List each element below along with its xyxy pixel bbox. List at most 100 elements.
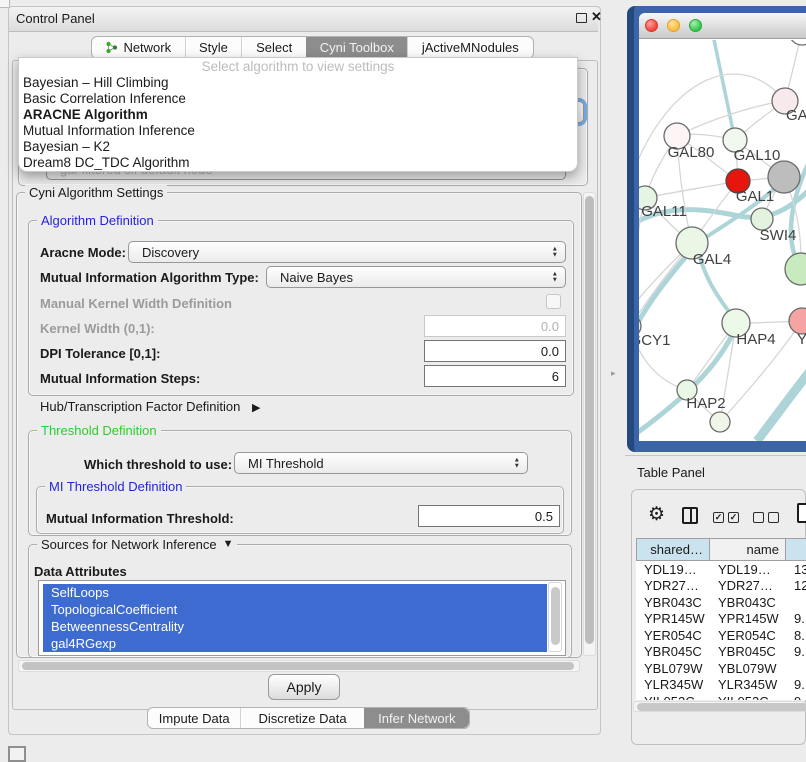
- mi-threshold-label: Mutual Information Threshold:: [46, 511, 234, 526]
- cell: YBL079W: [710, 661, 786, 676]
- tab-impute-data[interactable]: Impute Data: [148, 708, 240, 728]
- data-attributes-list[interactable]: SelfLoops TopologicalCoefficient Between…: [38, 580, 566, 656]
- manual-kernel-checkbox[interactable]: [546, 294, 561, 309]
- table-row[interactable]: YBR043C YBR043C: [636, 594, 806, 611]
- popup-item[interactable]: Bayesian – K2: [19, 139, 577, 155]
- column-header-shared-name[interactable]: shared…: [636, 538, 710, 561]
- tab-select-label: Select: [256, 40, 292, 55]
- cell: YBL079W: [636, 661, 710, 676]
- expand-right-icon[interactable]: ▶: [252, 402, 260, 414]
- tab-network[interactable]: Network: [92, 37, 185, 58]
- column-header-cut[interactable]: [786, 538, 806, 561]
- cell: YIL052C: [710, 694, 786, 700]
- cell: YDR27…: [710, 578, 786, 593]
- network-canvas[interactable]: GAL80 GAL10 GAL1 GAL11 SWI4 GAL4 GCY1 HA…: [639, 40, 806, 441]
- control-panel-tabbar: Network Style Select Cyni Toolbox jActiv…: [91, 36, 534, 59]
- tab-select[interactable]: Select: [241, 37, 306, 58]
- gear-icon[interactable]: ⚙: [648, 503, 665, 526]
- popup-item-selected[interactable]: ARACNE Algorithm: [19, 107, 577, 123]
- which-threshold-combo[interactable]: MI Threshold ▲▼: [234, 452, 528, 474]
- tab-network-label: Network: [123, 40, 171, 55]
- cell: YER054C: [636, 628, 710, 643]
- cell: YBR045C: [710, 644, 786, 659]
- table-row[interactable]: YBR045C YBR045C 9.: [636, 644, 806, 661]
- tab-discretize-data[interactable]: Discretize Data: [240, 708, 363, 728]
- mac-minimize-button[interactable]: [667, 19, 680, 32]
- table-row[interactable]: YBL079W YBL079W: [636, 660, 806, 677]
- settings-vscrollbar-thumb[interactable]: [585, 196, 594, 644]
- splitter-handle[interactable]: ▸: [611, 368, 616, 379]
- popup-item[interactable]: Dream8 DC_TDC Algorithm: [19, 155, 577, 171]
- dock-panel-icon[interactable]: [8, 746, 26, 762]
- tab-style[interactable]: Style: [185, 37, 242, 58]
- table-row[interactable]: YPR145W YPR145W 9.: [636, 611, 806, 628]
- unchecked-checkbox-icon[interactable]: [768, 512, 779, 523]
- algorithm-popup: Select algorithm to view settings Bayesi…: [18, 57, 578, 172]
- aracne-mode-combo[interactable]: Discovery ▲▼: [128, 241, 566, 263]
- kernel-width-label: Kernel Width (0,1):: [40, 321, 155, 336]
- list-item[interactable]: gal4RGexp: [43, 635, 547, 652]
- node-label: GCY1: [639, 332, 670, 349]
- close-icon[interactable]: ✕: [591, 9, 602, 25]
- table-row[interactable]: YDR27… YDR27… 12: [636, 578, 806, 595]
- cyni-bottom-tabbar: Impute Data Discretize Data Infer Networ…: [147, 707, 470, 729]
- tab-cyni-toolbox[interactable]: Cyni Toolbox: [306, 37, 407, 58]
- table-row[interactable]: YIL052C YIL052C 9: [636, 693, 806, 700]
- kernel-width-field[interactable]: 0.0: [424, 315, 566, 337]
- mac-close-button[interactable]: [645, 19, 658, 32]
- cell: 12: [786, 578, 806, 593]
- checked-checkbox-icon[interactable]: ✓: [713, 512, 724, 523]
- dpi-tolerance-value: 0.0: [541, 344, 559, 359]
- node[interactable]: [710, 412, 730, 432]
- data-attributes-label: Data Attributes: [34, 564, 127, 579]
- node-label: HAP2: [686, 395, 725, 412]
- split-columns-icon[interactable]: [682, 507, 698, 524]
- float-window-icon[interactable]: [576, 13, 587, 23]
- mi-steps-label: Mutual Information Steps:: [40, 371, 200, 386]
- cell: YPR145W: [710, 611, 786, 626]
- node[interactable]: [789, 40, 806, 45]
- settings-hscrollbar-thumb[interactable]: [22, 662, 574, 670]
- cell: YBR043C: [710, 595, 786, 610]
- table-hscrollbar-thumb[interactable]: [637, 703, 806, 711]
- popup-item[interactable]: Mutual Information Inference: [19, 123, 577, 139]
- cell: YBR043C: [636, 595, 710, 610]
- table-panel-title: Table Panel: [637, 465, 705, 480]
- mac-zoom-button[interactable]: [689, 19, 702, 32]
- cell: 9.: [786, 611, 806, 626]
- mi-threshold-field[interactable]: 0.5: [418, 505, 560, 527]
- mi-steps-value: 6: [552, 369, 559, 384]
- table-row[interactable]: YDL19… YDL19… 13: [636, 561, 806, 578]
- list-item[interactable]: SelfLoops: [43, 584, 547, 601]
- app-root: Control Panel ✕ Network Style Select Cyn…: [0, 0, 806, 762]
- popup-item[interactable]: Bayesian – Hill Climbing: [19, 75, 577, 91]
- node-label: GAL4: [693, 251, 731, 268]
- document-icon[interactable]: [797, 503, 806, 523]
- table-row[interactable]: YLR345W YLR345W 9.: [636, 677, 806, 694]
- attr-list-vscrollbar-thumb[interactable]: [551, 587, 560, 645]
- node[interactable]: [785, 253, 806, 285]
- tab-infer-network-label: Infer Network: [378, 711, 455, 726]
- tab-jactivemnodules[interactable]: jActiveMNodules: [407, 37, 533, 58]
- unchecked-checkbox-icon[interactable]: [753, 512, 764, 523]
- list-item[interactable]: TopologicalCoefficient: [43, 601, 547, 618]
- algorithm-definition-title: Algorithm Definition: [37, 213, 158, 228]
- network-node-labels: GAL80 GAL10 GAL1 GAL11 SWI4 GAL4 GCY1 HA…: [639, 107, 806, 412]
- cell: YDL19…: [636, 562, 710, 577]
- control-panel-title: Control Panel: [16, 11, 95, 26]
- dpi-tolerance-field[interactable]: 0.0: [424, 340, 566, 362]
- network-window-titlebar[interactable]: [639, 13, 806, 39]
- list-item[interactable]: BetweennessCentrality: [43, 618, 547, 635]
- checked-checkbox-icon[interactable]: ✓: [728, 512, 739, 523]
- mi-type-combo[interactable]: Naive Bayes ▲▼: [266, 266, 566, 288]
- collapse-down-icon[interactable]: ▼: [223, 537, 234, 552]
- node-label: Y: [797, 331, 806, 348]
- column-header-name[interactable]: name: [710, 538, 786, 561]
- control-panel-titlebar: [9, 7, 598, 32]
- popup-item[interactable]: Basic Correlation Inference: [19, 91, 577, 107]
- mi-steps-field[interactable]: 6: [424, 365, 566, 387]
- tab-infer-network[interactable]: Infer Network: [364, 708, 469, 728]
- apply-button[interactable]: Apply: [268, 674, 340, 700]
- table-row[interactable]: YER054C YER054C 8.: [636, 627, 806, 644]
- hub-section-toggle[interactable]: Hub/Transcription Factor Definition ▶: [40, 399, 260, 414]
